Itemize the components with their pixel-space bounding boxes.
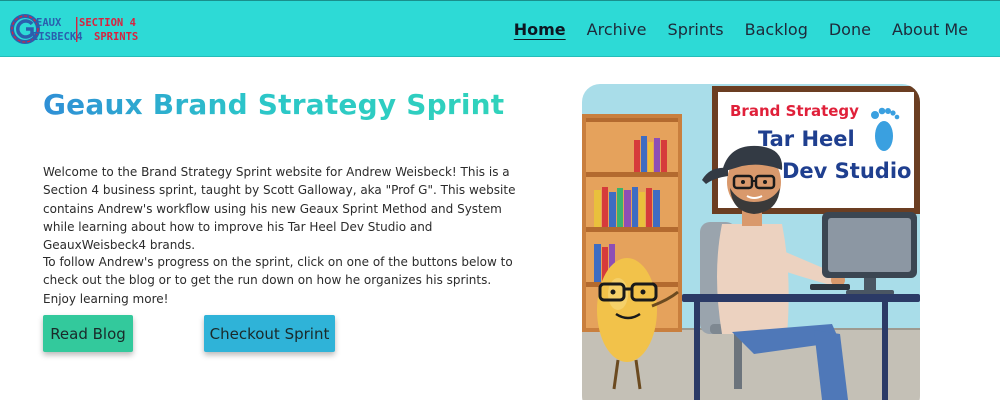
nav-sprints-link[interactable]: Sprints xyxy=(668,20,724,39)
top-navbar: EAUX SECTION 4 EISBECK4 SPRINTS Home Arc… xyxy=(0,0,1000,57)
logo-line2-left: EISBECK4 xyxy=(32,31,83,43)
hero-illustration: Brand Strategy Tar Heel Dev Studio xyxy=(582,84,920,400)
sign-line3: Dev Studio xyxy=(782,159,911,183)
brand-logo[interactable]: EAUX SECTION 4 EISBECK4 SPRINTS xyxy=(10,12,142,46)
sign-line1: Brand Strategy xyxy=(730,102,859,120)
nav-about-link[interactable]: About Me xyxy=(892,20,968,39)
main-nav: Home Archive Sprints Backlog Done About … xyxy=(493,1,968,58)
logo-line1-left: EAUX xyxy=(36,17,62,29)
intro-paragraph: Welcome to the Brand Strategy Sprint web… xyxy=(43,165,516,253)
logo-line1-right: SECTION 4 xyxy=(79,17,136,29)
nav-home-link[interactable]: Home xyxy=(514,20,566,39)
logo-line2-right: SPRINTS xyxy=(94,31,138,43)
read-blog-button[interactable]: Read Blog xyxy=(43,315,133,352)
nav-done-link[interactable]: Done xyxy=(829,20,871,39)
follow-paragraph: To follow Andrew's progress on the sprin… xyxy=(43,255,513,306)
checkout-sprint-button[interactable]: Checkout Sprint xyxy=(204,315,335,352)
nav-archive-link[interactable]: Archive xyxy=(587,20,647,39)
nav-backlog-link[interactable]: Backlog xyxy=(745,20,808,39)
sign-line2: Tar Heel xyxy=(758,127,855,151)
page-title: Geaux Brand Strategy Sprint xyxy=(43,88,563,121)
logo-divider xyxy=(76,17,78,42)
